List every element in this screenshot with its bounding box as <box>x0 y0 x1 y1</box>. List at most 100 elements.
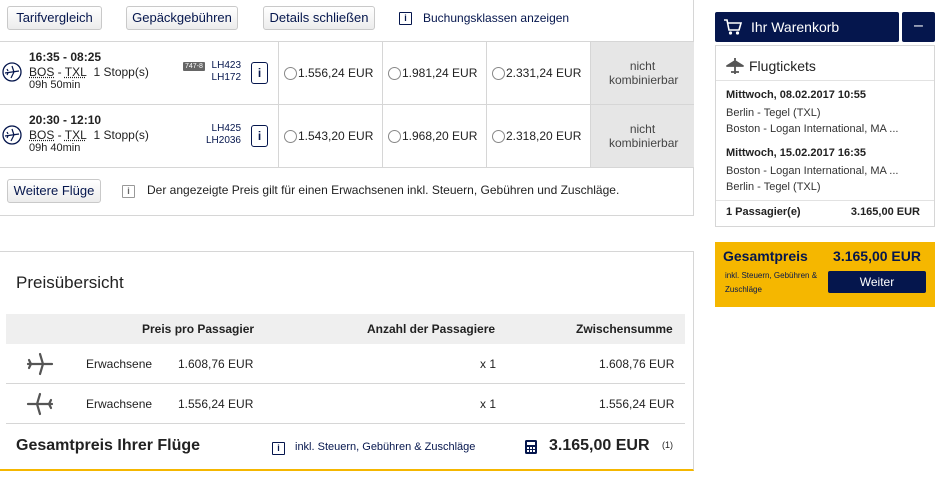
total-value: 3.165,00 EUR <box>549 437 650 454</box>
plane-icon <box>2 125 22 145</box>
plane-icon <box>26 392 54 416</box>
next-button[interactable]: Weiter <box>828 271 926 293</box>
flight-number: LH2036 <box>205 135 241 146</box>
cart-icon <box>724 19 743 35</box>
fare-price: 1.556,24 EUR <box>298 66 374 80</box>
total-label: Gesamtpreis Ihrer Flüge <box>16 437 201 454</box>
fare-radio[interactable] <box>284 67 297 80</box>
grand-total-value: 3.165,00 EUR <box>833 248 921 264</box>
fare-radio[interactable] <box>388 130 401 143</box>
destination-code: TXL <box>64 128 87 142</box>
passenger-price: 1.608,76 EUR <box>178 357 254 371</box>
overview-table-header: Preis pro Passagier Anzahl der Passagier… <box>6 314 685 344</box>
fare-radio[interactable] <box>284 130 297 143</box>
price-note: Der angezeigte Preis gilt für einen Erwa… <box>147 183 620 197</box>
col-price-header: Preis pro Passagier <box>142 322 255 336</box>
fare-option[interactable]: 1.543,20 EUR <box>278 105 382 168</box>
overview-heading: Preisübersicht <box>16 273 124 292</box>
col-count-header: Anzahl der Passagiere <box>367 322 496 336</box>
flight-row: 20:30 - 12:10 BOS - TXL 1 Stopp(s) 09h 4… <box>0 104 694 168</box>
fare-price: 1.968,20 EUR <box>402 129 478 143</box>
fare-radio[interactable] <box>492 130 505 143</box>
fare-price: 2.318,20 EUR <box>506 129 582 143</box>
table-row: Erwachsene 1.608,76 EUR x 1 1.608,76 EUR <box>6 344 685 384</box>
grand-total-note: inkl. Steuern, Gebühren & Zuschläge <box>725 271 818 294</box>
footnote-marker[interactable]: (1) <box>662 440 673 450</box>
passenger-subtotal: 1.608,76 EUR <box>599 357 675 371</box>
leg-to: Boston - Logan International, MA ... <box>726 123 899 135</box>
cart-button-label: Ihr Warenkorb <box>751 19 840 35</box>
passenger-count: x 1 <box>480 357 497 371</box>
aircraft-badge: 747-8 <box>183 62 205 71</box>
origin-code: BOS <box>29 128 55 142</box>
fare-price: 2.331,24 EUR <box>506 66 582 80</box>
flight-number: LH423 <box>211 60 241 71</box>
grand-total-box: Gesamtpreis 3.165,00 EUR inkl. Steuern, … <box>715 242 935 307</box>
leg-from: Boston - Logan International, MA ... <box>726 165 899 177</box>
baggage-fees-button[interactable]: Gepäckgebühren <box>126 6 238 30</box>
flight-info-button[interactable]: i <box>251 125 268 147</box>
flight-row: 16:35 - 08:25 BOS - TXL 1 Stopp(s) 09h 5… <box>0 41 694 105</box>
origin-code: BOS <box>29 65 55 79</box>
flight-numbers: LH423 LH172 <box>203 60 241 84</box>
col-subtotal-header: Zwischensumme <box>576 322 673 336</box>
plane-icon <box>2 62 22 82</box>
flight-numbers: LH425 LH2036 <box>203 123 241 147</box>
fare-price: 1.543,20 EUR <box>298 129 374 143</box>
passenger-type: Erwachsene <box>86 357 153 371</box>
cart-summary: Flugtickets Mittwoch, 08.02.2017 10:55 B… <box>715 45 935 227</box>
booking-classes-link[interactable]: Buchungsklassen anzeigen <box>423 11 569 25</box>
leg-to: Berlin - Tegel (TXL) <box>726 181 821 193</box>
more-flights-button[interactable]: Weitere Flüge <box>7 179 101 203</box>
price-overview: Preisübersicht Preis pro Passagier Anzah… <box>0 251 694 471</box>
flight-route: BOS - TXL 1 Stopp(s) <box>29 65 149 79</box>
flight-duration: 09h 40min <box>29 142 81 154</box>
flight-number: LH172 <box>211 72 241 83</box>
cart-collapse-button[interactable]: – <box>902 12 935 42</box>
total-note: inkl. Steuern, Gebühren & Zuschläge <box>295 441 476 453</box>
fare-radio[interactable] <box>388 67 401 80</box>
passenger-type: Erwachsene <box>86 397 153 411</box>
leg-date: Mittwoch, 08.02.2017 10:55 <box>726 89 867 101</box>
unavailable-label: nicht kombinierbar <box>609 122 679 150</box>
fare-radio[interactable] <box>492 67 505 80</box>
fare-unavailable: nicht kombinierbar <box>590 105 694 168</box>
flight-times: 16:35 - 08:25 <box>29 50 102 64</box>
unavailable-label: nicht kombinierbar <box>609 59 679 87</box>
flight-route: BOS - TXL 1 Stopp(s) <box>29 128 149 142</box>
leg-from: Berlin - Tegel (TXL) <box>726 107 821 119</box>
fare-compare-button[interactable]: Tarifvergleich <box>7 6 102 30</box>
fare-option[interactable]: 2.318,20 EUR <box>486 105 590 168</box>
info-icon[interactable]: i <box>399 12 412 25</box>
fare-option[interactable]: 1.968,20 EUR <box>382 105 486 168</box>
flight-number: LH425 <box>211 123 241 134</box>
cart-title: Flugtickets <box>749 58 816 74</box>
fare-option[interactable]: 1.556,24 EUR <box>278 42 382 105</box>
plane-icon <box>726 58 744 74</box>
fare-option[interactable]: 1.981,24 EUR <box>382 42 486 105</box>
passenger-price: 1.556,24 EUR <box>178 397 254 411</box>
flight-times: 20:30 - 12:10 <box>29 113 102 127</box>
destination-code: TXL <box>64 65 87 79</box>
info-icon[interactable]: i <box>272 442 285 455</box>
calculator-icon[interactable] <box>524 439 538 455</box>
stops-count: 1 Stopp(s) <box>93 65 149 79</box>
plane-icon <box>26 352 54 376</box>
passenger-total: 3.165,00 EUR <box>850 206 920 218</box>
fare-unavailable: nicht kombinierbar <box>590 42 694 105</box>
passenger-count: x 1 <box>480 397 497 411</box>
passenger-subtotal: 1.556,24 EUR <box>599 397 675 411</box>
flight-selection-panel: Tarifvergleich Gepäckgebühren Details sc… <box>0 0 694 216</box>
flight-info-button[interactable]: i <box>251 62 268 84</box>
cart-button[interactable]: Ihr Warenkorb <box>715 12 899 42</box>
fare-price: 1.981,24 EUR <box>402 66 478 80</box>
leg-date: Mittwoch, 15.02.2017 16:35 <box>726 147 867 159</box>
flight-duration: 09h 50min <box>29 79 81 91</box>
close-details-button[interactable]: Details schließen <box>263 6 375 30</box>
stops-count: 1 Stopp(s) <box>93 128 149 142</box>
passenger-count-label: 1 Passagier(e) <box>726 206 801 218</box>
fare-option[interactable]: 2.331,24 EUR <box>486 42 590 105</box>
info-icon: i <box>122 185 135 198</box>
table-row: Erwachsene 1.556,24 EUR x 1 1.556,24 EUR <box>6 384 685 424</box>
grand-total-label: Gesamtpreis <box>723 248 808 264</box>
